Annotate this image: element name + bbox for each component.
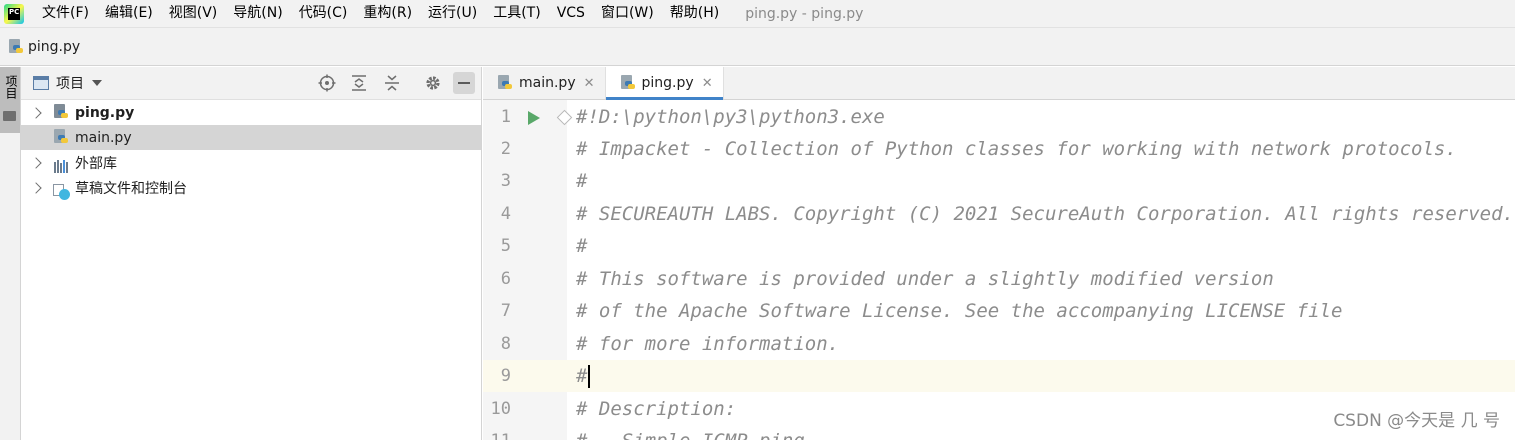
line-number: 2 [500, 139, 511, 159]
chevron-right-icon[interactable] [30, 181, 42, 194]
left-tool-stripe: 项目 [0, 67, 21, 440]
code-text: # SECUREAUTH LABS. Copyright (C) 2021 Se… [576, 203, 1514, 225]
line-number: 6 [500, 269, 511, 289]
python-file-icon [53, 129, 69, 145]
project-panel: 项目 ping.py main.py 外部库 草稿文件和控制台 [21, 67, 482, 440]
project-panel-header: 项目 [21, 67, 481, 100]
scratch-icon [53, 183, 71, 201]
tree-item-ping-py[interactable]: ping.py [21, 100, 481, 125]
code-text: # for more information. [576, 333, 840, 355]
project-tool-tab[interactable]: 项目 [0, 67, 20, 133]
line-number: 3 [500, 171, 511, 191]
menu-vcs[interactable]: VCS [549, 0, 593, 27]
watermark: CSDN @今天是 几 号 [1333, 411, 1500, 431]
line-number: 9 [483, 360, 511, 392]
editor: main.py ✕ ping.py ✕ 1 #!D:\python\py3\py… [483, 67, 1515, 440]
line-number: 11 [483, 425, 511, 440]
menu-help[interactable]: 帮助(H) [662, 0, 727, 27]
tab-ping-py[interactable]: ping.py ✕ [605, 67, 724, 100]
line-number: 1 [500, 107, 511, 127]
chevron-down-icon[interactable] [92, 80, 102, 86]
collapse-all-icon[interactable] [381, 72, 403, 94]
project-view-icon [33, 76, 49, 90]
menu-file[interactable]: 文件(F) [34, 0, 97, 27]
tree-item-main-py[interactable]: main.py [21, 125, 481, 150]
menu-window[interactable]: 窗口(W) [593, 0, 662, 27]
code-text: # Impacket - Collection of Python classe… [576, 138, 1457, 160]
chevron-right-icon[interactable] [30, 106, 42, 119]
tree-item-label: ping.py [75, 104, 135, 121]
python-file-icon [497, 75, 513, 91]
tab-label: ping.py [641, 75, 694, 91]
chevron-right-icon[interactable] [30, 156, 42, 169]
code-text-content: # [576, 365, 588, 387]
code-line[interactable]: 8 # for more information. [483, 328, 1515, 360]
line-number: 7 [500, 301, 511, 321]
project-tree: ping.py main.py 外部库 草稿文件和控制台 [21, 100, 481, 200]
editor-tab-bar: main.py ✕ ping.py ✕ [483, 67, 1515, 100]
close-icon[interactable]: ✕ [584, 76, 595, 91]
window-title: ping.py - ping.py [745, 5, 864, 22]
tree-item-external-libraries[interactable]: 外部库 [21, 150, 481, 175]
tab-main-py[interactable]: main.py ✕ [483, 67, 606, 99]
code-text: # [576, 360, 591, 392]
menu-view[interactable]: 视图(V) [161, 0, 226, 27]
code-line[interactable]: 4 # SECUREAUTH LABS. Copyright (C) 2021 … [483, 198, 1515, 230]
project-panel-title[interactable]: 项目 [56, 73, 84, 93]
line-number: 5 [500, 236, 511, 256]
code-line[interactable]: 1 #!D:\python\py3\python3.exe [483, 101, 1515, 133]
menu-edit[interactable]: 编辑(E) [97, 0, 161, 27]
code-text: # [576, 235, 588, 257]
text-caret [588, 365, 591, 388]
code-line[interactable]: 7 # of the Apache Software License. See … [483, 295, 1515, 327]
line-number: 10 [490, 399, 511, 419]
hide-panel-icon[interactable] [453, 72, 475, 94]
code-text: # Simple ICMP ping. [576, 425, 816, 440]
python-project-icon [53, 104, 69, 120]
code-text: # Description: [576, 398, 737, 420]
library-icon [53, 159, 69, 175]
line-number: 8 [500, 334, 511, 354]
code-line[interactable]: 5 # [483, 230, 1515, 262]
project-tool-label: 项目 [4, 75, 18, 99]
close-icon[interactable]: ✕ [702, 76, 713, 91]
line-number: 4 [500, 204, 511, 224]
code-text: # of the Apache Software License. See th… [576, 300, 1343, 322]
menu-run[interactable]: 运行(U) [420, 0, 485, 27]
breadcrumb-file[interactable]: ping.py [28, 39, 80, 55]
folder-icon [3, 111, 16, 121]
tab-label: main.py [519, 75, 576, 91]
tree-item-label: 外部库 [75, 155, 117, 172]
navigation-bar: ping.py [0, 27, 1515, 66]
python-file-icon [620, 75, 636, 91]
code-line[interactable]: 3 # [483, 165, 1515, 197]
python-file-icon [8, 38, 24, 55]
expand-all-icon[interactable] [348, 72, 370, 94]
tree-item-label: 草稿文件和控制台 [75, 180, 187, 197]
menu-tools[interactable]: 工具(T) [485, 0, 548, 27]
logo-text: PC [9, 7, 20, 16]
code-text: #!D:\python\py3\python3.exe [576, 106, 885, 128]
gear-icon[interactable] [422, 72, 444, 94]
code-area[interactable]: 1 #!D:\python\py3\python3.exe 2 # Impack… [483, 100, 1515, 440]
menu-code[interactable]: 代码(C) [291, 0, 356, 27]
menu-refactor[interactable]: 重构(R) [355, 0, 420, 27]
menu-navigate[interactable]: 导航(N) [225, 0, 290, 27]
run-icon[interactable] [528, 111, 540, 125]
tree-item-scratches[interactable]: 草稿文件和控制台 [21, 175, 481, 200]
fold-icon[interactable] [556, 109, 573, 126]
code-line-current[interactable]: 9 # [483, 360, 1515, 392]
code-text: # [576, 170, 588, 192]
menu-bar: PC 文件(F) 编辑(E) 视图(V) 导航(N) 代码(C) 重构(R) 运… [0, 0, 1515, 27]
tree-item-label: main.py [75, 129, 132, 146]
code-line[interactable]: 6 # This software is provided under a sl… [483, 263, 1515, 295]
code-text: # This software is provided under a slig… [576, 268, 1274, 290]
locate-file-icon[interactable] [316, 72, 338, 94]
pycharm-logo-icon: PC [4, 3, 24, 24]
code-line[interactable]: 2 # Impacket - Collection of Python clas… [483, 133, 1515, 165]
